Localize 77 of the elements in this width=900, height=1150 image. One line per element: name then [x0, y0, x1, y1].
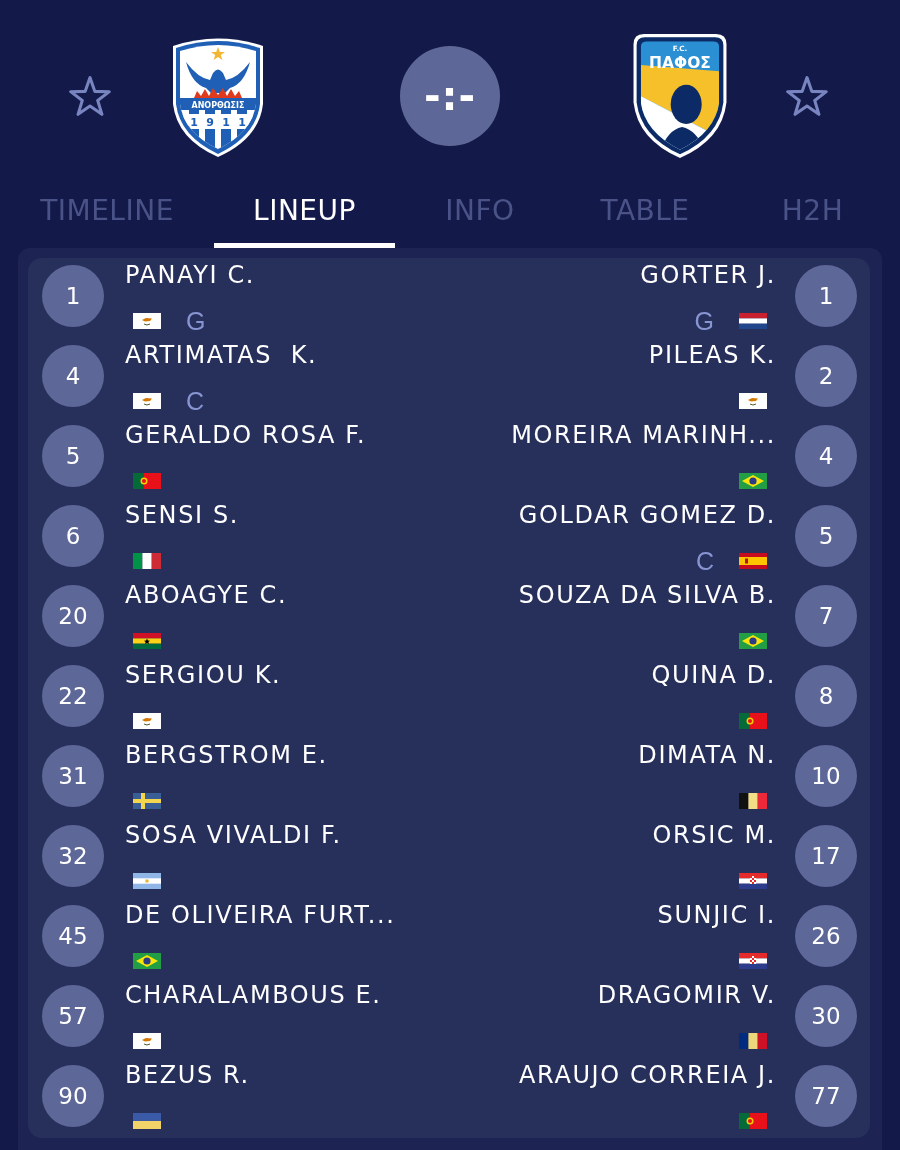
- player-name: GERALDO ROSA F.: [125, 421, 367, 449]
- tab[interactable]: H2H: [725, 185, 900, 248]
- sweden-flag-icon: [133, 793, 161, 809]
- player-name: QUINA D.: [651, 661, 776, 689]
- portugal-flag-icon: [739, 713, 767, 729]
- ghana-flag-icon: [133, 633, 161, 649]
- player-name: BEZUS R.: [125, 1061, 250, 1089]
- shirt-number: 31: [42, 745, 104, 807]
- cyprus-flag-icon: [133, 1033, 161, 1049]
- cyprus-flag-icon: [739, 393, 767, 409]
- shirt-number: 26: [795, 905, 857, 967]
- shirt-number: 20: [42, 585, 104, 647]
- favorite-star-icon[interactable]: [786, 76, 828, 116]
- tab[interactable]: TIMELINE: [0, 185, 214, 248]
- player-name: DRAGOMIR V.: [597, 981, 776, 1009]
- player-name: DE OLIVEIRA FURT...: [125, 901, 396, 929]
- shirt-number: 90: [42, 1065, 104, 1127]
- position-label: G: [186, 307, 206, 335]
- shirt-number: 57: [42, 985, 104, 1047]
- spain-flag-icon: [739, 553, 767, 569]
- croatia-flag-icon: [739, 873, 767, 889]
- shirt-number: 8: [795, 665, 857, 727]
- player-name: ORSIC M.: [652, 821, 776, 849]
- argentina-flag-icon: [133, 873, 161, 889]
- portugal-flag-icon: [739, 1113, 767, 1129]
- brazil-flag-icon: [133, 953, 161, 969]
- shirt-number: 5: [42, 425, 104, 487]
- shirt-number: 77: [795, 1065, 857, 1127]
- player-name: PILEAS K.: [648, 341, 776, 369]
- player-name: ABOAGYE C.: [125, 581, 288, 609]
- player-name: DIMATA N.: [638, 741, 776, 769]
- cyprus-flag-icon: [133, 313, 161, 329]
- shirt-number: 6: [42, 505, 104, 567]
- player-name: SERGIOU K.: [125, 661, 282, 689]
- shirt-number: 5: [795, 505, 857, 567]
- cyprus-flag-icon: [133, 393, 161, 409]
- netherlands-flag-icon: [739, 313, 767, 329]
- belgium-flag-icon: [739, 793, 767, 809]
- croatia-flag-icon: [739, 953, 767, 969]
- brazil-flag-icon: [739, 473, 767, 489]
- position-label: G: [694, 307, 714, 335]
- shirt-number: 2: [795, 345, 857, 407]
- cyprus-flag-icon: [133, 713, 161, 729]
- player-name: PANAYI C.: [125, 261, 256, 289]
- shirt-number: 17: [795, 825, 857, 887]
- player-name: SOSA VIVALDI F.: [125, 821, 342, 849]
- player-name: SOUZA DA SILVA B.: [518, 581, 776, 609]
- ukraine-flag-icon: [133, 1113, 161, 1129]
- player-name: CHARALAMBOUS E.: [125, 981, 382, 1009]
- shirt-number: 30: [795, 985, 857, 1047]
- tab[interactable]: TABLE: [565, 185, 725, 248]
- player-name: MOREIRA MARINH...: [511, 421, 776, 449]
- match-score: -:-: [400, 46, 500, 146]
- shirt-number: 10: [795, 745, 857, 807]
- player-name: BERGSTROM E.: [125, 741, 328, 769]
- romania-flag-icon: [739, 1033, 767, 1049]
- shirt-number: 22: [42, 665, 104, 727]
- player-name: GOLDAR GOMEZ D.: [518, 501, 776, 529]
- player-name: SENSI S.: [125, 501, 239, 529]
- shirt-number: 1: [795, 265, 857, 327]
- shirt-number: 4: [795, 425, 857, 487]
- portugal-flag-icon: [133, 473, 161, 489]
- favorite-star-icon[interactable]: [69, 76, 111, 116]
- shirt-number: 32: [42, 825, 104, 887]
- player-name: ARTIMATAS K.: [125, 341, 318, 369]
- tab[interactable]: INFO: [395, 185, 565, 248]
- shirt-number: 45: [42, 905, 104, 967]
- position-label: C: [695, 547, 714, 575]
- position-label: C: [186, 387, 205, 415]
- player-name: ARAUJO CORREIA J.: [519, 1061, 776, 1089]
- shirt-number: 1: [42, 265, 104, 327]
- player-name: SUNJIC I.: [657, 901, 776, 929]
- shirt-number: 4: [42, 345, 104, 407]
- italy-flag-icon: [133, 553, 161, 569]
- shirt-number: 7: [795, 585, 857, 647]
- player-name: GORTER J.: [640, 261, 776, 289]
- brazil-flag-icon: [739, 633, 767, 649]
